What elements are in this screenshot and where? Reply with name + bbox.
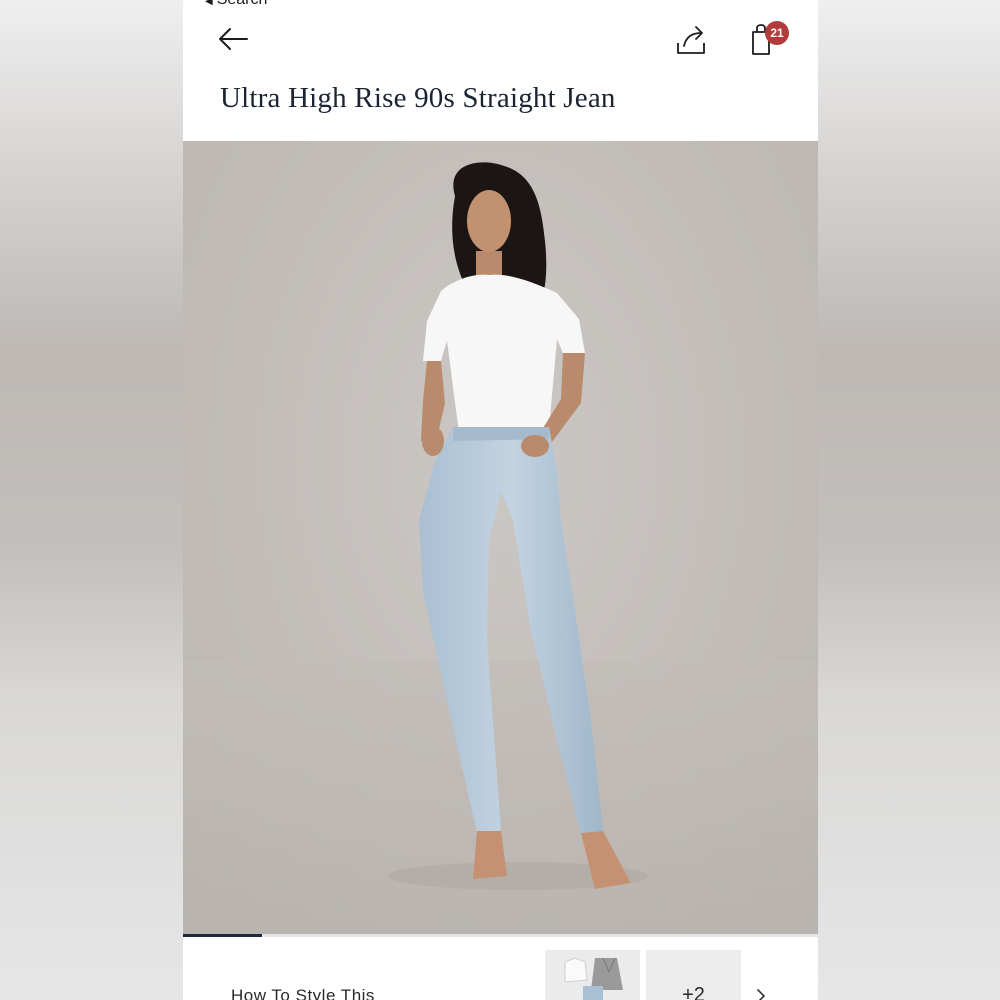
status-bar-back[interactable]: ◀ Search: [205, 0, 267, 9]
chevron-right-icon: [757, 989, 765, 1000]
product-page: ◀ Search 21 Ultra High Rise 90s Straight …: [183, 0, 818, 1000]
carousel-progress-fill: [183, 934, 263, 937]
style-next-button[interactable]: [753, 986, 769, 1000]
product-image[interactable]: [183, 141, 818, 936]
back-button[interactable]: [216, 24, 250, 54]
more-styles-count: +2: [682, 984, 705, 1000]
share-button[interactable]: [675, 22, 709, 58]
outfit-thumbnail-image: [564, 957, 623, 1000]
cart-count-badge: 21: [765, 21, 789, 45]
share-icon: [677, 26, 705, 54]
caret-left-icon: ◀: [205, 0, 213, 7]
shopping-bag-button[interactable]: 21: [748, 18, 794, 60]
image-carousel-progress: [183, 934, 818, 937]
how-to-style-label: How To Style This: [231, 986, 375, 1000]
status-back-label: Search: [217, 0, 268, 8]
model-photo-illustration: [183, 162, 818, 936]
product-title: Ultra High Rise 90s Straight Jean: [220, 82, 616, 114]
back-arrow-icon: [219, 28, 248, 50]
more-styles-button[interactable]: +2: [646, 950, 741, 1000]
style-outfit-thumbnail[interactable]: [545, 950, 640, 1000]
